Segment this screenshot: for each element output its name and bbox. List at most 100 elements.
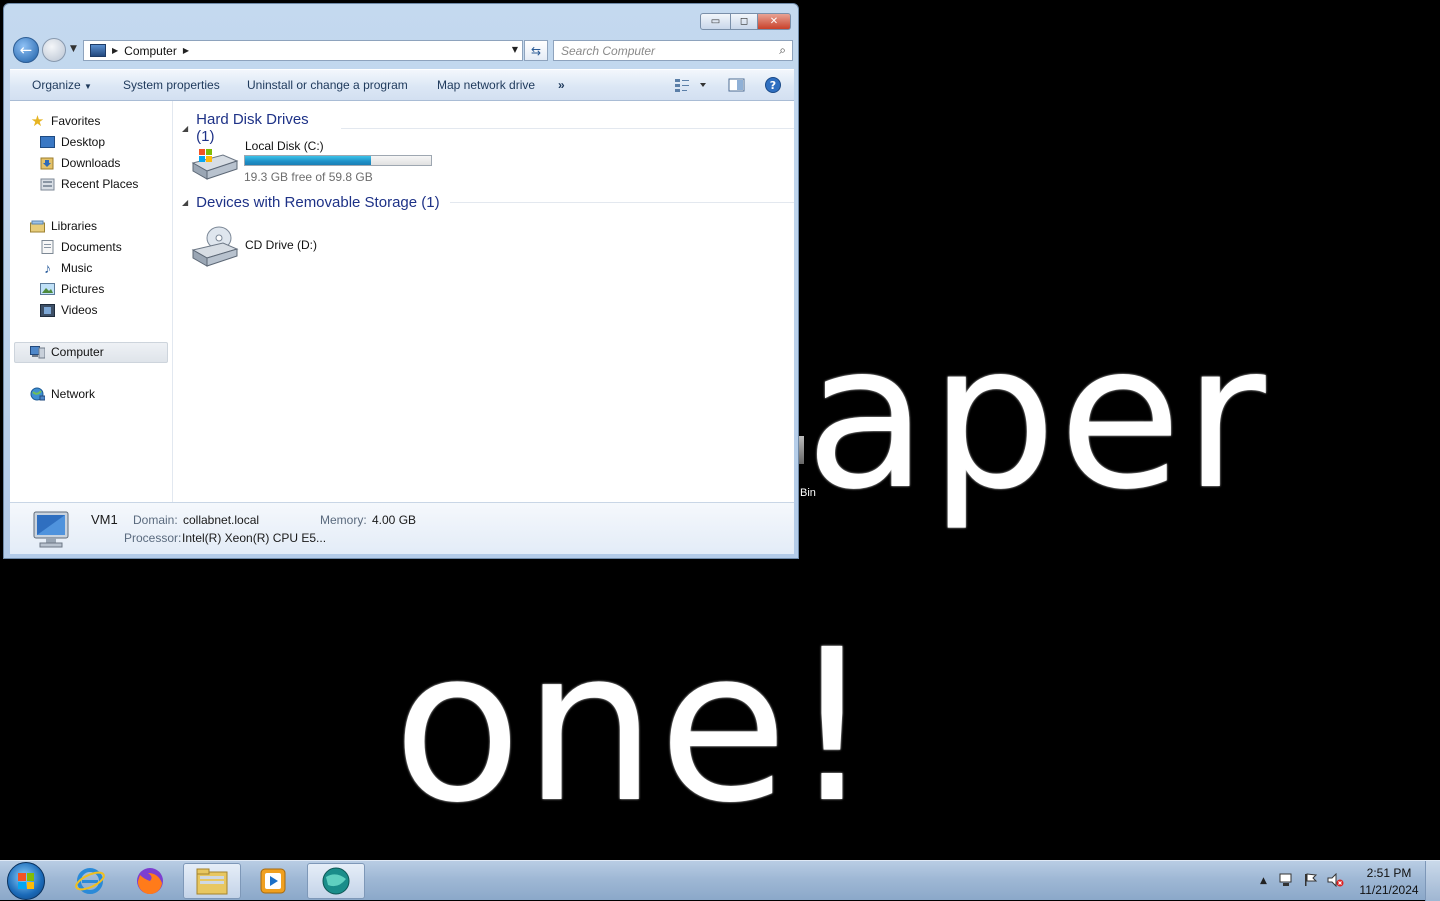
media-player-icon: [260, 868, 286, 894]
nav-pictures[interactable]: Pictures: [40, 279, 104, 299]
nav-favorites-label: Favorites: [51, 114, 101, 128]
cd-drive-d-name: CD Drive (D:): [245, 238, 317, 252]
nav-libraries[interactable]: Libraries: [30, 216, 97, 236]
app-globe-icon: [322, 867, 350, 895]
maximize-button[interactable]: ◻: [731, 13, 758, 30]
star-icon: ★: [30, 113, 45, 130]
volume-muted-icon[interactable]: [1327, 872, 1345, 890]
group-divider: [449, 202, 794, 203]
taskbar-firefox[interactable]: [121, 863, 179, 899]
clock-date: 11/21/2024: [1359, 883, 1419, 897]
disk-usage-bar: [244, 155, 432, 166]
navigation-pane: ★ Favorites Desktop Downloads Recent Pla…: [10, 101, 173, 502]
domain-label: Domain:: [133, 513, 178, 527]
chevron-right-icon[interactable]: ▶: [112, 46, 118, 55]
nav-downloads[interactable]: Downloads: [40, 153, 120, 173]
recent-places-icon: [40, 178, 55, 191]
nav-music-label: Music: [61, 261, 93, 275]
action-center-flag-icon[interactable]: [1303, 872, 1319, 890]
collapse-triangle-icon: ◢: [182, 198, 189, 207]
change-view-button[interactable]: [674, 77, 708, 96]
show-desktop-button[interactable]: [1425, 861, 1440, 901]
organize-button[interactable]: Organize ▼: [32, 78, 92, 92]
hard-drive-icon: [191, 149, 239, 180]
domain-value: collabnet.local: [183, 513, 260, 527]
system-properties-button[interactable]: System properties: [123, 78, 220, 92]
chevron-down-icon: ▼: [84, 82, 92, 91]
preview-pane-button[interactable]: [728, 77, 746, 96]
refresh-button[interactable]: ⇆: [524, 40, 548, 61]
computer-monitor-icon: [33, 511, 69, 548]
system-tray: ▲: [1260, 861, 1345, 901]
folder-icon: [196, 868, 228, 895]
breadcrumb-computer[interactable]: Computer: [124, 44, 177, 58]
nav-computer[interactable]: Computer: [30, 342, 104, 362]
documents-icon: [40, 240, 55, 254]
collapse-triangle-icon: ◢: [182, 123, 189, 133]
more-commands-button[interactable]: »: [558, 78, 565, 92]
help-button[interactable]: ?: [764, 77, 782, 98]
computer-icon: [30, 345, 45, 359]
uninstall-program-button[interactable]: Uninstall or change a program: [247, 78, 408, 92]
content-pane: ◢ Hard Disk Drives (1) Local Disk (C:) 1…: [173, 101, 794, 502]
arrow-left-icon: ←: [19, 41, 33, 59]
minimize-button[interactable]: ▭: [700, 13, 731, 30]
nav-videos[interactable]: Videos: [40, 300, 97, 320]
view-options-icon: [675, 79, 706, 92]
nav-network[interactable]: Network: [30, 384, 95, 404]
command-bar: Organize ▼ System properties Uninstall o…: [10, 69, 794, 101]
taskbar-internet-explorer[interactable]: [61, 863, 119, 899]
organize-label: Organize: [32, 78, 81, 92]
wallpaper-text-line1: aper: [805, 301, 1268, 534]
desktop-icon: [40, 136, 55, 149]
nav-libraries-label: Libraries: [51, 219, 98, 233]
preview-pane-icon: [728, 78, 745, 92]
windows-logo-icon: [18, 873, 34, 889]
caption-buttons: ▭ ◻ ✕: [700, 13, 791, 30]
pictures-icon: [40, 283, 55, 296]
start-button[interactable]: [7, 862, 45, 900]
group-divider: [340, 127, 794, 129]
computer-icon: [90, 44, 106, 57]
nav-music[interactable]: ♪ Music: [40, 258, 92, 278]
network-status-icon[interactable]: [1279, 873, 1295, 890]
nav-computer-label: Computer: [51, 345, 104, 359]
memory-label: Memory:: [320, 513, 367, 527]
system-clock[interactable]: 2:51 PM 11/21/2024: [1352, 865, 1426, 899]
address-bar[interactable]: ▶ Computer ▶ ▼: [83, 40, 523, 61]
group-header-removable-storage[interactable]: ◢ Devices with Removable Storage (1): [173, 194, 794, 211]
nav-desktop[interactable]: Desktop: [40, 132, 105, 152]
svg-text:?: ?: [770, 79, 776, 92]
show-hidden-icons-button[interactable]: ▲: [1260, 876, 1267, 886]
back-button[interactable]: ←: [13, 37, 39, 63]
search-icon[interactable]: ⌕: [779, 43, 786, 58]
nav-recent-places[interactable]: Recent Places: [40, 174, 138, 194]
forward-button[interactable]: [42, 38, 66, 62]
downloads-folder-icon: [40, 157, 55, 170]
nav-network-label: Network: [51, 387, 96, 401]
details-pane: VM1 Domain: collabnet.local Memory: 4.00…: [10, 502, 794, 554]
chevron-down-icon[interactable]: ▼: [512, 45, 518, 54]
local-disk-c-free-space: 19.3 GB free of 59.8 GB: [244, 170, 373, 184]
taskbar-windows-explorer[interactable]: [183, 863, 241, 899]
internet-explorer-icon: [75, 868, 105, 894]
recent-pages-dropdown[interactable]: ▼: [70, 44, 77, 54]
close-button[interactable]: ✕: [758, 13, 791, 30]
taskbar: ▲ 2:51 PM 11/21/2024: [0, 860, 1440, 901]
map-network-drive-button[interactable]: Map network drive: [437, 78, 535, 92]
navigation-bar: ← ▼ ▶ Computer ▶ ▼ ⇆ Search Computer ⌕: [10, 35, 793, 63]
chevron-right-icon[interactable]: ▶: [183, 46, 189, 55]
nav-documents[interactable]: Documents: [40, 237, 122, 257]
nav-pictures-label: Pictures: [61, 282, 105, 296]
nav-favorites[interactable]: ★ Favorites: [30, 111, 101, 131]
taskbar-app-running[interactable]: [307, 863, 365, 899]
videos-icon: [40, 303, 55, 317]
nav-videos-label: Videos: [61, 303, 98, 317]
recycle-bin-label[interactable]: Bin: [800, 487, 816, 499]
taskbar-media-player[interactable]: [244, 863, 302, 899]
refresh-icon: ⇆: [530, 43, 542, 58]
search-input[interactable]: Search Computer ⌕: [553, 40, 793, 61]
help-icon: ?: [765, 77, 781, 93]
nav-documents-label: Documents: [61, 240, 122, 254]
group-header-removable-label: Devices with Removable Storage (1): [196, 194, 440, 211]
